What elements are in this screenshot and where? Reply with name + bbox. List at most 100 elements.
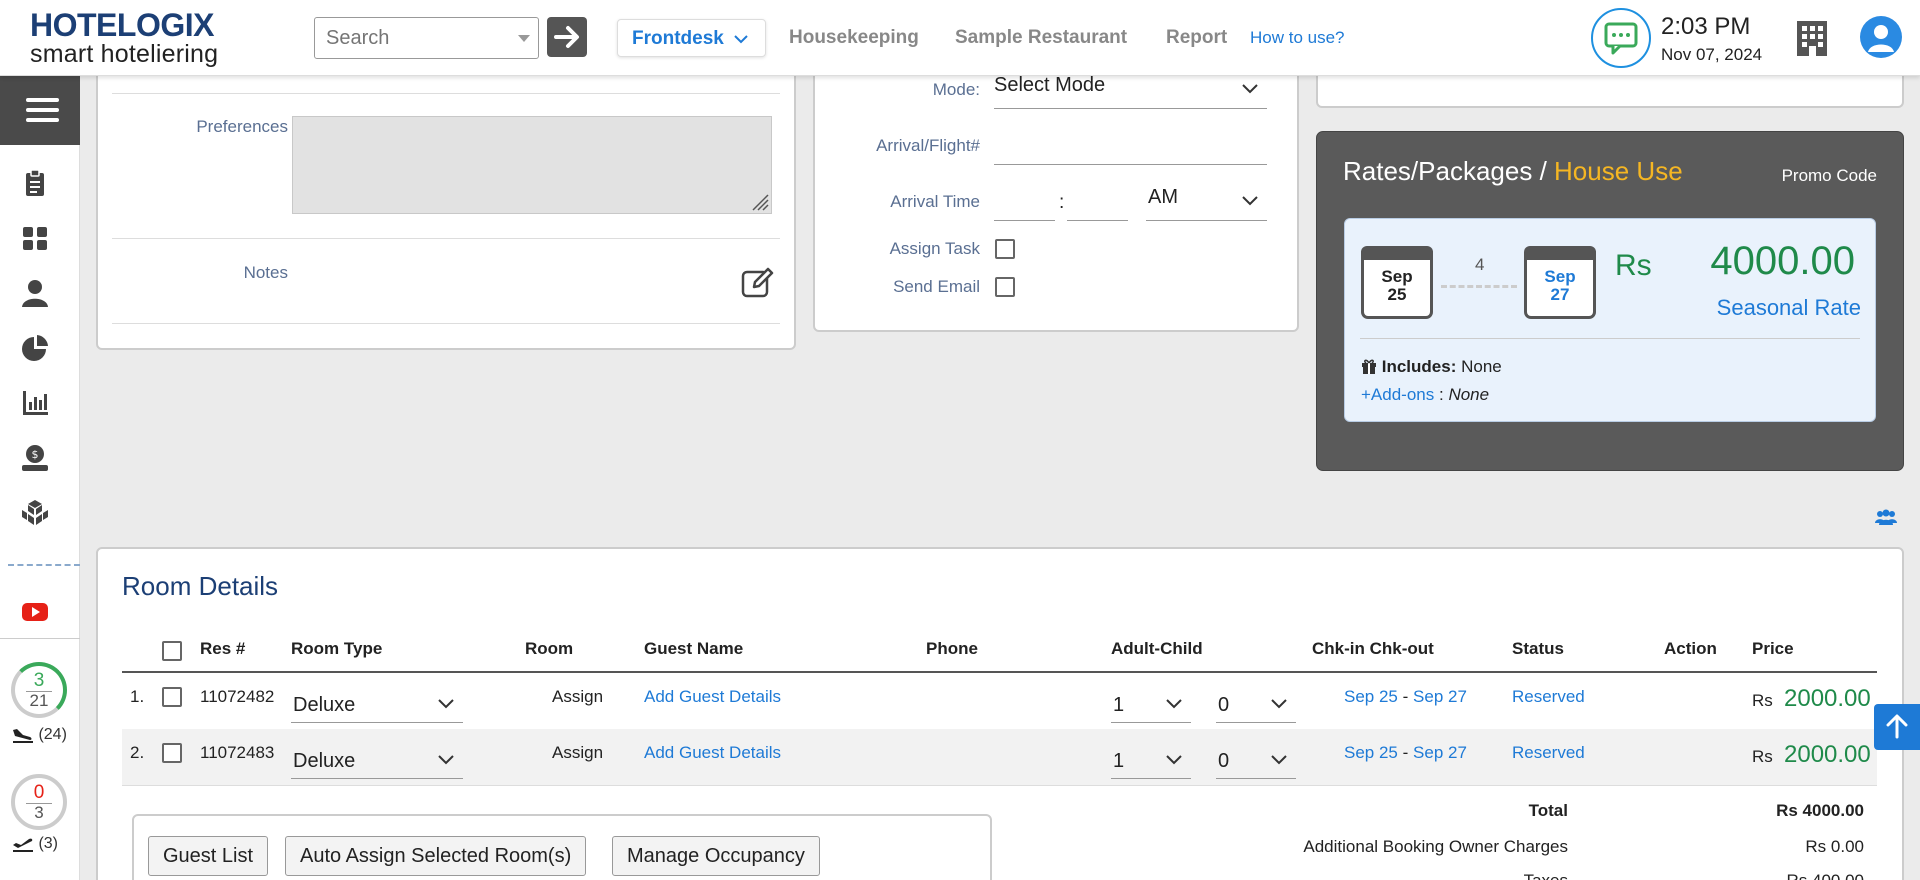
row-price: 2000.00 [1784,741,1871,768]
auto-assign-rooms-button[interactable]: Auto Assign Selected Room(s) [285,836,587,876]
user-avatar-icon[interactable] [1860,16,1902,58]
price-currency: Rs [1752,691,1773,710]
clock-date: Nov 07, 2024 [1661,45,1763,64]
money-bag-icon[interactable]: $ [20,443,50,473]
mode-select[interactable]: Select Mode [994,74,1267,109]
bar-chart-icon[interactable] [20,388,50,418]
sidebar-divider [0,638,80,639]
hotel-building-icon[interactable] [1794,19,1830,62]
guest-list-button[interactable]: Guest List [148,836,269,876]
includes-value: None [1461,357,1502,376]
chevron-down-icon [1166,755,1182,765]
house-use-link[interactable]: House Use [1554,156,1683,186]
nav-sample-restaurant[interactable]: Sample Restaurant [955,19,1127,57]
child-value: 0 [1218,694,1230,716]
arrival-flight-input[interactable] [994,130,1267,165]
mode-select-value: Select Mode [994,74,1106,96]
departures-count[interactable]: (3) [12,835,58,853]
preferences-textarea[interactable] [292,116,772,214]
cubes-icon[interactable] [20,498,50,528]
assign-room-link[interactable]: Assign [552,687,603,707]
col-room: Room [525,639,574,658]
hotelogix-logo[interactable]: HOTELOGIX smart hoteliering [30,8,218,67]
assign-task-checkbox[interactable] [995,239,1015,259]
add-guest-details-link[interactable]: Add Guest Details [644,743,781,763]
search-field[interactable] [314,17,539,59]
rates-packages-panel: Rates/Packages / House Use Promo Code Se… [1316,131,1904,471]
date-dash: - [1402,687,1409,706]
send-email-checkbox[interactable] [995,277,1015,297]
chevron-down-icon [438,755,454,765]
arrival-flight-label: Arrival/Flight# [876,136,980,155]
promo-code-link[interactable]: Promo Code [1782,166,1877,186]
addons-link[interactable]: +Add-ons [1361,385,1434,404]
row-checkbox[interactable] [162,743,182,763]
room-type-select[interactable]: Deluxe [291,743,463,779]
scroll-to-top-button[interactable] [1874,704,1920,750]
status-link[interactable]: Reserved [1512,743,1585,763]
rates-title-separator: / [1539,156,1547,186]
rate-amount: 4000.00 [1710,239,1855,283]
guest-person-icon[interactable] [20,278,50,308]
addons-value: None [1448,385,1490,404]
clipboard-icon[interactable] [20,168,50,198]
ampm-select[interactable]: AM [1146,186,1267,221]
resize-handle-icon[interactable] [747,189,769,211]
nav-frontdesk-label: Frontdesk [632,28,724,49]
row-number: 2. [130,743,145,762]
arrival-minute-input[interactable] [1067,186,1128,221]
col-action: Action [1664,639,1717,658]
adult-value: 1 [1113,750,1125,772]
sidebar: $ 3 21 (24) 0 3 (3) [0,76,80,880]
pie-chart-icon[interactable] [20,333,50,363]
child-select[interactable]: 0 [1216,743,1296,779]
search-input[interactable] [315,18,495,58]
group-users-icon[interactable] [1874,509,1898,527]
sidebar-separator [8,564,80,566]
edit-note-icon[interactable] [740,266,774,300]
status-link[interactable]: Reserved [1512,687,1585,707]
total-label: Total [1528,801,1568,820]
youtube-icon[interactable] [20,596,50,626]
hamburger-menu-button[interactable] [0,76,80,145]
assign-task-label: Assign Task [889,239,980,258]
chevron-down-icon [1242,84,1258,94]
child-select[interactable]: 0 [1216,687,1296,723]
arrival-info-panel: Mode: Select Mode Arrival/Flight# Arriva… [813,50,1299,332]
room-type-value: Deluxe [293,694,356,716]
room-type-select[interactable]: Deluxe [291,687,463,723]
dashboard-grid-icon[interactable] [20,223,50,253]
nav-housekeeping[interactable]: Housekeeping [789,19,919,57]
col-checkin-checkout: Chk-in Chk-out [1312,639,1434,658]
stay-dates-link[interactable]: Sep 25 - Sep 27 [1344,743,1467,763]
chat-button[interactable] [1591,8,1651,68]
adult-select[interactable]: 1 [1111,687,1191,723]
chevron-down-icon [1242,196,1258,206]
notes-label: Notes [243,263,288,282]
preferences-label: Preferences [196,117,288,136]
seasonal-rate-link[interactable]: Seasonal Rate [1717,295,1861,321]
includes-row: Includes: None [1361,357,1502,377]
assign-room-link[interactable]: Assign [552,743,603,763]
manage-occupancy-button[interactable]: Manage Occupancy [612,836,820,876]
nav-frontdesk[interactable]: Frontdesk [617,19,766,57]
stay-dates-link[interactable]: Sep 25 - Sep 27 [1344,687,1467,707]
add-guest-details-link[interactable]: Add Guest Details [644,687,781,707]
row-checkbox[interactable] [162,687,182,707]
arrivals-progress-ring[interactable]: 3 21 [11,662,67,718]
select-all-checkbox[interactable] [162,641,182,661]
search-dropdown-caret-icon[interactable] [518,35,530,42]
arrivals-done: 3 [33,670,45,691]
table-row: 1. 11072482 Deluxe Assign Add Guest Deta… [122,673,1877,729]
checkout-date: Sep 27 [1413,687,1467,706]
checkin-date: Sep 25 [1344,687,1398,706]
departures-progress-ring[interactable]: 0 3 [11,774,67,830]
how-to-use-link[interactable]: How to use? [1250,19,1345,57]
arrival-hour-input[interactable] [994,186,1055,221]
adult-select[interactable]: 1 [1111,743,1191,779]
search-go-button[interactable] [547,17,587,57]
arrivals-count[interactable]: (24) [12,726,67,744]
logo-tagline: smart hoteliering [30,40,219,68]
chat-icon [1604,22,1638,55]
nav-report[interactable]: Report [1166,19,1227,57]
